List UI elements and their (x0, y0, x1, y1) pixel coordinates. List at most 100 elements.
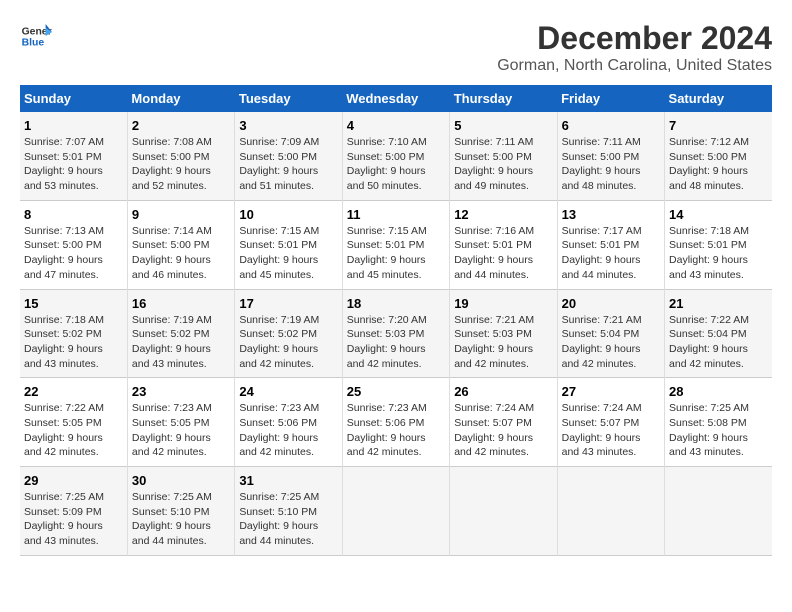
col-header-monday: Monday (127, 85, 234, 112)
calendar-cell: 20 Sunrise: 7:21 AM Sunset: 5:04 PM Dayli… (557, 289, 664, 378)
day-info: Sunrise: 7:12 AM Sunset: 5:00 PM Dayligh… (669, 135, 768, 194)
day-number: 26 (454, 384, 552, 399)
col-header-wednesday: Wednesday (342, 85, 449, 112)
calendar-week-2: 8 Sunrise: 7:13 AM Sunset: 5:00 PM Daylig… (20, 200, 772, 289)
calendar-cell: 13Sunrise: 7:17 AM Sunset: 5:01 PM Dayli… (557, 200, 664, 289)
calendar-cell: 15 Sunrise: 7:18 AM Sunset: 5:02 PM Dayli… (20, 289, 127, 378)
day-number: 12 (454, 207, 552, 222)
calendar-week-5: 29 Sunrise: 7:25 AM Sunset: 5:09 PM Dayli… (20, 467, 772, 556)
calendar-cell: 17 Sunrise: 7:19 AM Sunset: 5:02 PM Dayli… (235, 289, 342, 378)
day-info: Sunrise: 7:15 AM Sunset: 5:01 PM Dayligh… (347, 224, 445, 283)
col-header-saturday: Saturday (665, 85, 772, 112)
calendar-header: SundayMondayTuesdayWednesdayThursdayFrid… (20, 85, 772, 112)
day-info: Sunrise: 7:19 AM Sunset: 5:02 PM Dayligh… (239, 313, 337, 372)
day-number: 23 (132, 384, 230, 399)
day-number: 16 (132, 296, 230, 311)
calendar-cell: 22Sunrise: 7:22 AM Sunset: 5:05 PM Dayli… (20, 378, 127, 467)
day-info: Sunrise: 7:22 AM Sunset: 5:04 PM Dayligh… (669, 313, 768, 372)
calendar-cell: 24Sunrise: 7:23 AM Sunset: 5:06 PM Dayli… (235, 378, 342, 467)
day-number: 17 (239, 296, 337, 311)
day-info: Sunrise: 7:21 AM Sunset: 5:04 PM Dayligh… (562, 313, 660, 372)
calendar-cell: 29 Sunrise: 7:25 AM Sunset: 5:09 PM Dayli… (20, 467, 127, 556)
day-info: Sunrise: 7:23 AM Sunset: 5:06 PM Dayligh… (347, 401, 445, 460)
calendar-cell: 30 Sunrise: 7:25 AM Sunset: 5:10 PM Dayli… (127, 467, 234, 556)
calendar-cell: 2Sunrise: 7:08 AM Sunset: 5:00 PM Daylig… (127, 112, 234, 200)
day-number: 4 (347, 118, 445, 133)
calendar-cell: 1 Sunrise: 7:07 AM Sunset: 5:01 PM Daylig… (20, 112, 127, 200)
calendar-cell: 10Sunrise: 7:15 AM Sunset: 5:01 PM Dayli… (235, 200, 342, 289)
day-number: 20 (562, 296, 660, 311)
day-info: Sunrise: 7:13 AM Sunset: 5:00 PM Dayligh… (24, 224, 123, 283)
day-number: 8 (24, 207, 123, 222)
day-number: 11 (347, 207, 445, 222)
calendar-cell: 9 Sunrise: 7:14 AM Sunset: 5:00 PM Daylig… (127, 200, 234, 289)
calendar-body: 1 Sunrise: 7:07 AM Sunset: 5:01 PM Daylig… (20, 112, 772, 555)
day-number: 29 (24, 473, 123, 488)
col-header-friday: Friday (557, 85, 664, 112)
calendar-cell: 4 Sunrise: 7:10 AM Sunset: 5:00 PM Daylig… (342, 112, 449, 200)
day-info: Sunrise: 7:10 AM Sunset: 5:00 PM Dayligh… (347, 135, 445, 194)
day-info: Sunrise: 7:08 AM Sunset: 5:00 PM Dayligh… (132, 135, 230, 194)
day-info: Sunrise: 7:25 AM Sunset: 5:09 PM Dayligh… (24, 490, 123, 549)
day-info: Sunrise: 7:24 AM Sunset: 5:07 PM Dayligh… (562, 401, 660, 460)
day-number: 9 (132, 207, 230, 222)
calendar-cell (450, 467, 557, 556)
page-title: December 2024 (497, 20, 772, 57)
day-info: Sunrise: 7:11 AM Sunset: 5:00 PM Dayligh… (562, 135, 660, 194)
calendar-cell (557, 467, 664, 556)
calendar-cell: 11 Sunrise: 7:15 AM Sunset: 5:01 PM Dayli… (342, 200, 449, 289)
day-number: 14 (669, 207, 768, 222)
day-number: 5 (454, 118, 552, 133)
calendar-cell: 18Sunrise: 7:20 AM Sunset: 5:03 PM Dayli… (342, 289, 449, 378)
calendar-cell: 28 Sunrise: 7:25 AM Sunset: 5:08 PM Dayli… (665, 378, 772, 467)
day-number: 25 (347, 384, 445, 399)
col-header-sunday: Sunday (20, 85, 127, 112)
day-info: Sunrise: 7:25 AM Sunset: 5:08 PM Dayligh… (669, 401, 768, 460)
logo-icon: General Blue (20, 20, 52, 52)
day-number: 6 (562, 118, 660, 133)
calendar-cell: 14Sunrise: 7:18 AM Sunset: 5:01 PM Dayli… (665, 200, 772, 289)
calendar-week-3: 15 Sunrise: 7:18 AM Sunset: 5:02 PM Dayli… (20, 289, 772, 378)
day-info: Sunrise: 7:23 AM Sunset: 5:05 PM Dayligh… (132, 401, 230, 460)
day-info: Sunrise: 7:16 AM Sunset: 5:01 PM Dayligh… (454, 224, 552, 283)
calendar-cell: 26 Sunrise: 7:24 AM Sunset: 5:07 PM Dayli… (450, 378, 557, 467)
day-info: Sunrise: 7:19 AM Sunset: 5:02 PM Dayligh… (132, 313, 230, 372)
calendar-cell: 19 Sunrise: 7:21 AM Sunset: 5:03 PM Dayli… (450, 289, 557, 378)
svg-text:Blue: Blue (22, 38, 45, 49)
calendar-cell: 7 Sunrise: 7:12 AM Sunset: 5:00 PM Daylig… (665, 112, 772, 200)
calendar-cell: 23 Sunrise: 7:23 AM Sunset: 5:05 PM Dayli… (127, 378, 234, 467)
logo: General Blue (20, 20, 52, 52)
day-number: 28 (669, 384, 768, 399)
calendar-cell: 5Sunrise: 7:11 AM Sunset: 5:00 PM Daylig… (450, 112, 557, 200)
day-number: 1 (24, 118, 123, 133)
day-info: Sunrise: 7:24 AM Sunset: 5:07 PM Dayligh… (454, 401, 552, 460)
day-info: Sunrise: 7:07 AM Sunset: 5:01 PM Dayligh… (24, 135, 123, 194)
day-number: 18 (347, 296, 445, 311)
day-info: Sunrise: 7:25 AM Sunset: 5:10 PM Dayligh… (132, 490, 230, 549)
calendar-cell: 12 Sunrise: 7:16 AM Sunset: 5:01 PM Dayli… (450, 200, 557, 289)
calendar-cell: 3Sunrise: 7:09 AM Sunset: 5:00 PM Daylig… (235, 112, 342, 200)
col-header-tuesday: Tuesday (235, 85, 342, 112)
day-info: Sunrise: 7:09 AM Sunset: 5:00 PM Dayligh… (239, 135, 337, 194)
calendar-week-4: 22Sunrise: 7:22 AM Sunset: 5:05 PM Dayli… (20, 378, 772, 467)
day-number: 21 (669, 296, 768, 311)
day-info: Sunrise: 7:15 AM Sunset: 5:01 PM Dayligh… (239, 224, 337, 283)
day-info: Sunrise: 7:22 AM Sunset: 5:05 PM Dayligh… (24, 401, 123, 460)
calendar-cell: 25 Sunrise: 7:23 AM Sunset: 5:06 PM Dayli… (342, 378, 449, 467)
day-info: Sunrise: 7:25 AM Sunset: 5:10 PM Dayligh… (239, 490, 337, 549)
col-header-thursday: Thursday (450, 85, 557, 112)
day-number: 7 (669, 118, 768, 133)
day-number: 15 (24, 296, 123, 311)
page-header: General Blue December 2024 Gorman, North… (20, 20, 772, 75)
calendar-cell: 6 Sunrise: 7:11 AM Sunset: 5:00 PM Daylig… (557, 112, 664, 200)
day-info: Sunrise: 7:23 AM Sunset: 5:06 PM Dayligh… (239, 401, 337, 460)
calendar-cell: 27Sunrise: 7:24 AM Sunset: 5:07 PM Dayli… (557, 378, 664, 467)
calendar-week-1: 1 Sunrise: 7:07 AM Sunset: 5:01 PM Daylig… (20, 112, 772, 200)
day-info: Sunrise: 7:21 AM Sunset: 5:03 PM Dayligh… (454, 313, 552, 372)
day-number: 19 (454, 296, 552, 311)
calendar-cell: 21 Sunrise: 7:22 AM Sunset: 5:04 PM Dayli… (665, 289, 772, 378)
day-info: Sunrise: 7:18 AM Sunset: 5:02 PM Dayligh… (24, 313, 123, 372)
calendar-cell: 31Sunrise: 7:25 AM Sunset: 5:10 PM Dayli… (235, 467, 342, 556)
day-info: Sunrise: 7:14 AM Sunset: 5:00 PM Dayligh… (132, 224, 230, 283)
day-number: 30 (132, 473, 230, 488)
